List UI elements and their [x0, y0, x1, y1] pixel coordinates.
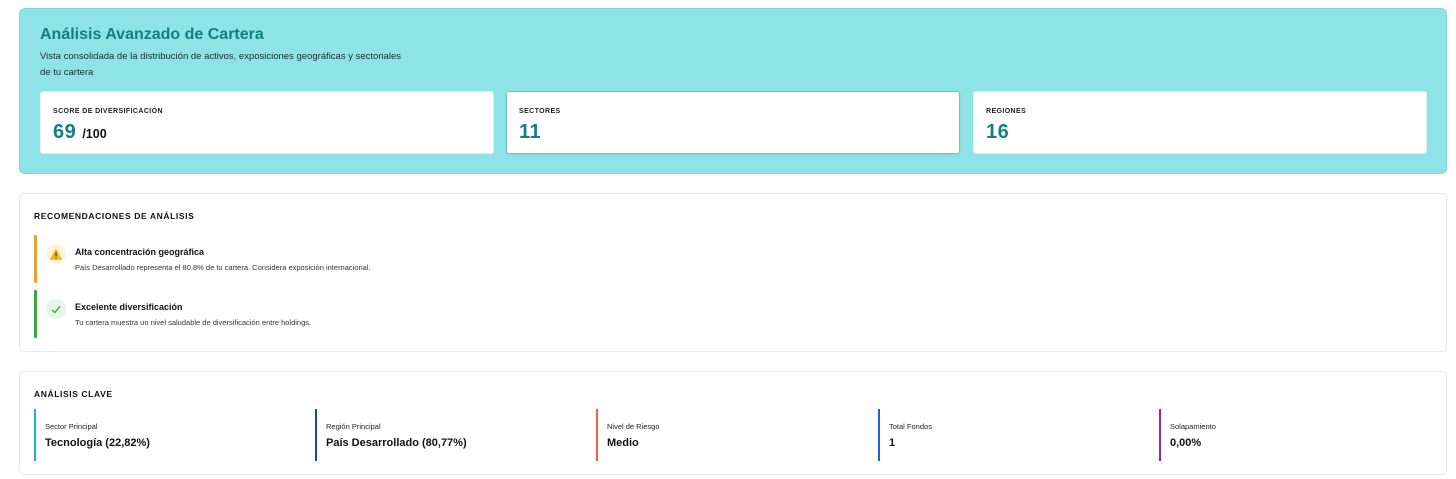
recommendations-title: RECOMENDACIONES DE ANÁLISIS [34, 211, 195, 221]
kpi-total-funds: Total Fondos 1 [878, 409, 1138, 461]
kpi-risk-level: Nivel de Riesgo Medio [596, 409, 856, 461]
recommendation-accent [34, 235, 37, 283]
stat-value: 11 [519, 121, 542, 143]
recommendation-text: País Desarrollado representa el 80.8% de… [75, 263, 371, 272]
kpi-value: Medio [607, 437, 639, 449]
recommendation-item: Excelente diversificación Tu cartera mue… [34, 290, 634, 338]
kpi-accent [34, 409, 36, 461]
kpi-label: Solapamiento [1170, 422, 1216, 431]
stat-card-sectors[interactable]: SECTORES 11 [506, 91, 960, 154]
kpi-accent [1159, 409, 1161, 461]
stat-value: 69 /100 [53, 121, 107, 144]
key-analysis-panel: ANÁLISIS CLAVE Sector Principal Tecnolog… [19, 371, 1447, 475]
kpi-label: Total Fondos [889, 422, 932, 431]
kpi-accent [315, 409, 317, 461]
kpi-accent [596, 409, 598, 461]
page-title: Análisis Avanzado de Cartera [40, 26, 264, 43]
stat-card-diversification[interactable]: SCORE DE DIVERSIFICACIÓN 69 /100 [40, 91, 494, 154]
recommendation-accent [34, 290, 37, 338]
recommendation-title: Alta concentración geográfica [75, 247, 205, 257]
warning-icon [46, 244, 66, 264]
recommendation-title: Excelente diversificación [75, 302, 183, 312]
recommendation-text: Tu cartera muestra un nivel saludable de… [75, 318, 312, 327]
stat-label: REGIONES [986, 108, 1027, 115]
kpi-sector-principal: Sector Principal Tecnología (22,82%) [34, 409, 294, 461]
kpi-value: País Desarrollado (80,77%) [326, 437, 467, 449]
kpi-label: Sector Principal [45, 422, 98, 431]
key-analysis-title: ANÁLISIS CLAVE [34, 389, 113, 399]
stat-value: 16 [986, 121, 1010, 143]
portfolio-hero: Análisis Avanzado de Cartera Vista conso… [19, 8, 1447, 174]
stat-label: SECTORES [519, 108, 561, 115]
kpi-value: Tecnología (22,82%) [45, 437, 150, 449]
kpi-label: Nivel de Riesgo [607, 422, 660, 431]
kpi-label: Región Principal [326, 422, 381, 431]
kpi-accent [878, 409, 880, 461]
recommendations-panel: RECOMENDACIONES DE ANÁLISIS Alta concent… [19, 193, 1447, 352]
kpi-overlap: Solapamiento 0,00% [1159, 409, 1419, 461]
stat-card-regions[interactable]: REGIONES 16 [973, 91, 1427, 154]
check-icon [46, 299, 66, 319]
kpi-region-principal: Región Principal País Desarrollado (80,7… [315, 409, 575, 461]
stat-label: SCORE DE DIVERSIFICACIÓN [53, 108, 163, 115]
score-suffix: /100 [82, 127, 107, 141]
page-description: Vista consolidada de la distribución de … [40, 51, 402, 78]
kpi-value: 0,00% [1170, 437, 1202, 449]
diversification-score: 69 [53, 121, 77, 143]
kpi-value: 1 [889, 437, 896, 449]
recommendation-item: Alta concentración geográfica País Desar… [34, 235, 634, 283]
